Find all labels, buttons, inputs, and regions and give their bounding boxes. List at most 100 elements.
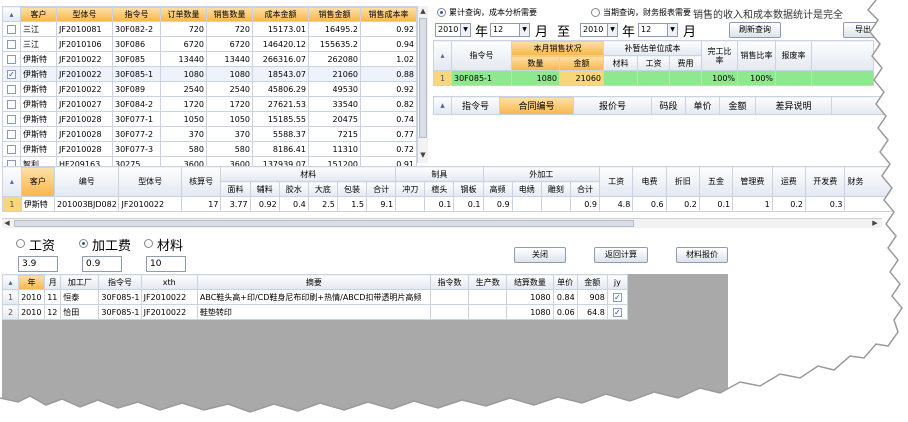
- cell-material[interactable]: 0.92: [249, 196, 280, 212]
- cell-tail[interactable]: [844, 196, 908, 212]
- table-cell[interactable]: 12: [44, 304, 62, 320]
- table-cell[interactable]: 21060: [308, 66, 361, 82]
- column-header[interactable]: 楦头: [424, 181, 455, 197]
- period-radio[interactable]: [591, 8, 600, 17]
- table-row[interactable]: 1 2010 11 恒泰 30F085-1 JF2010022 ABC鞋头高+印/CD鞋身尼…: [1, 289, 629, 305]
- cell-wage[interactable]: [637, 70, 670, 86]
- jy-cell[interactable]: [606, 289, 629, 305]
- cell-complete[interactable]: 100%: [701, 70, 739, 86]
- table-cell[interactable]: 27621.53: [252, 96, 309, 112]
- column-header[interactable]: 工资: [599, 166, 634, 197]
- table-cell[interactable]: JF2010022: [56, 66, 113, 82]
- table-row[interactable]: 2 2010 12 恰田 30F085-1 JF2010022 鞋垫转印 1080 0.06 64…: [1, 304, 629, 320]
- table-cell[interactable]: 0.92: [360, 81, 417, 97]
- table-row[interactable]: 伊斯特JF201002230F085-11080108018543.072106…: [2, 66, 417, 82]
- table-cell[interactable]: 8186.41: [252, 141, 309, 157]
- table-cell[interactable]: 2540: [206, 81, 253, 97]
- table-row[interactable]: 伊斯特 JF2010028 30F077-2 370 370 5588.37 7215 0.7…: [2, 126, 417, 142]
- column-header[interactable]: 报价号: [573, 96, 652, 115]
- cell-material[interactable]: 0.4: [278, 196, 309, 212]
- table-cell[interactable]: [429, 304, 470, 320]
- table-cell[interactable]: JF2010106: [56, 36, 113, 52]
- column-header[interactable]: 金额: [576, 274, 608, 290]
- cell-tail[interactable]: 0.2: [771, 196, 806, 212]
- table-cell[interactable]: 13440: [206, 51, 253, 67]
- scroll-thumb[interactable]: [14, 220, 634, 227]
- table-row[interactable]: 伊斯特 JF2010028 30F077-1 1050 1050 15185.55 2047…: [2, 111, 417, 127]
- checkbox[interactable]: [612, 292, 622, 302]
- table-cell[interactable]: 1080: [506, 289, 554, 305]
- cumulative-radio[interactable]: [437, 8, 446, 17]
- cell-tail[interactable]: 0.6: [632, 196, 667, 212]
- column-header[interactable]: 销售数量: [206, 6, 253, 22]
- to-month-select[interactable]: 12 ▼: [638, 23, 678, 37]
- table-cell[interactable]: JF2010027: [56, 96, 113, 112]
- from-year-select[interactable]: 2010 ▼: [435, 23, 471, 37]
- cell-tail[interactable]: 1: [732, 196, 773, 212]
- checkbox[interactable]: [7, 99, 16, 109]
- column-header[interactable]: 高频: [482, 181, 513, 197]
- table-cell[interactable]: JF2010028: [56, 126, 113, 142]
- table-cell[interactable]: 伊斯特: [20, 81, 57, 97]
- table-cell[interactable]: 30F082-2: [112, 21, 161, 37]
- table-cell[interactable]: 30F086: [112, 36, 161, 52]
- process-input[interactable]: 0.9: [82, 256, 122, 272]
- table-cell[interactable]: 0.94: [360, 36, 417, 52]
- column-header[interactable]: 年: [18, 274, 46, 290]
- table-cell[interactable]: 45806.29: [252, 81, 309, 97]
- checkbox[interactable]: [7, 144, 16, 154]
- table-cell[interactable]: 11310: [308, 141, 361, 157]
- table-cell[interactable]: 580: [206, 141, 253, 157]
- table-cell[interactable]: 2010: [18, 289, 46, 305]
- table-cell[interactable]: 30F085: [112, 51, 161, 67]
- table-cell[interactable]: 720: [160, 21, 207, 37]
- cell-cutting[interactable]: [395, 196, 426, 212]
- table-cell[interactable]: JF2010028: [56, 141, 113, 157]
- table-cell[interactable]: 伊斯特: [20, 111, 57, 127]
- cell-tail[interactable]: 0.1: [698, 196, 734, 212]
- column-header[interactable]: 辅料: [249, 181, 280, 197]
- column-header[interactable]: 合计: [366, 181, 397, 197]
- column-header[interactable]: 型体号: [56, 6, 113, 22]
- column-header[interactable]: 完工比率: [701, 40, 739, 71]
- column-header[interactable]: 订单数量: [160, 6, 207, 22]
- column-header[interactable]: 冲刀: [395, 181, 426, 197]
- table-cell[interactable]: 1080: [506, 304, 554, 320]
- table-cell[interactable]: 64.8: [576, 304, 608, 320]
- table-cell[interactable]: 30F077-2: [112, 126, 161, 142]
- column-header[interactable]: 电绣: [511, 181, 542, 197]
- column-header[interactable]: 编号: [53, 166, 120, 197]
- table-cell[interactable]: 1720: [206, 96, 253, 112]
- scroll-down-icon[interactable]: ▼: [418, 151, 428, 159]
- table-cell[interactable]: 146420.12: [252, 36, 309, 52]
- table-cell[interactable]: 0.77: [360, 126, 417, 142]
- cell-process[interactable]: [511, 196, 542, 212]
- table-cell[interactable]: 伊斯特: [20, 66, 57, 82]
- column-header[interactable]: 电费: [632, 166, 667, 197]
- table-cell[interactable]: JF2010022: [140, 289, 198, 305]
- cell-process[interactable]: [540, 196, 571, 212]
- column-header[interactable]: 核算号: [180, 166, 222, 197]
- table-cell[interactable]: 30F077-1: [112, 111, 161, 127]
- cell-fee[interactable]: [668, 70, 703, 86]
- process-radio[interactable]: [79, 239, 88, 248]
- table-cell[interactable]: 370: [160, 126, 207, 142]
- column-header[interactable]: 五金: [698, 166, 734, 197]
- column-header[interactable]: xth: [140, 274, 198, 290]
- table-cell[interactable]: JF2010022: [56, 51, 113, 67]
- table-cell[interactable]: 恰田: [60, 304, 100, 320]
- cell-cmd[interactable]: 30F085-1: [451, 70, 512, 86]
- table-cell[interactable]: 0.84: [552, 289, 578, 305]
- cell-amount[interactable]: 21060: [559, 70, 604, 86]
- table-cell[interactable]: 三江: [20, 36, 57, 52]
- column-header[interactable]: 金额: [559, 55, 604, 71]
- cell-material[interactable]: 2.5: [307, 196, 338, 212]
- export-button[interactable]: 导出: [843, 22, 883, 38]
- table-cell[interactable]: 0.72: [360, 141, 417, 157]
- column-header[interactable]: 客户: [20, 6, 57, 22]
- row-select[interactable]: [2, 81, 21, 97]
- material-radio[interactable]: [144, 239, 153, 248]
- table-cell[interactable]: 2540: [160, 81, 207, 97]
- column-header[interactable]: 指令号: [451, 40, 512, 71]
- column-header[interactable]: 销售金额: [308, 6, 361, 22]
